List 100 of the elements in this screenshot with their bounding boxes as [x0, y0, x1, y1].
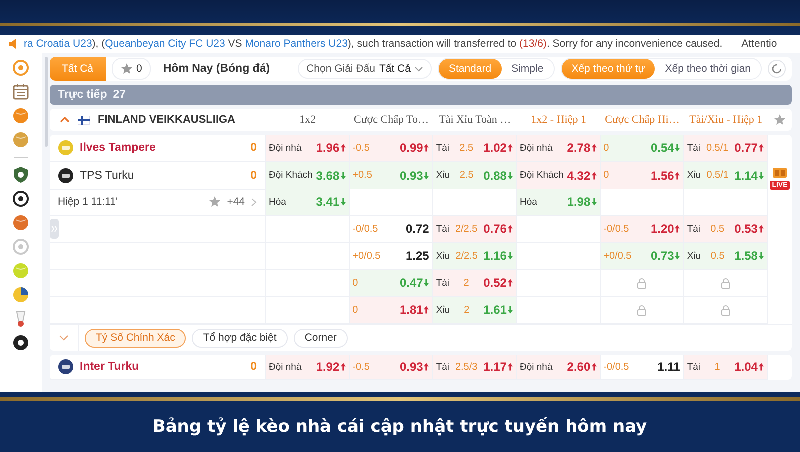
arrow-down-icon	[424, 279, 430, 287]
home-score: 0	[250, 142, 257, 154]
arrow-down-icon	[424, 172, 430, 180]
odds-cell[interactable]: Xỉu 2 1.61	[433, 297, 517, 324]
odds-cell[interactable]: Tài 0.5/1 0.77	[684, 135, 768, 162]
more-markets-link[interactable]: +44	[227, 196, 245, 208]
scoreboard-icon[interactable]	[772, 168, 787, 178]
odds-cell[interactable]: Hòa 1.98	[516, 189, 601, 216]
arrow-up-icon	[675, 225, 680, 233]
match-link[interactable]: Monaro Panthers U23	[245, 38, 348, 50]
market-tab[interactable]: Corner	[294, 328, 348, 348]
arrow-up-icon	[424, 363, 430, 371]
team-crest-icon	[58, 168, 74, 184]
calendar-icon[interactable]	[12, 83, 30, 101]
odds-cell[interactable]: Đội Khách 3.68	[266, 162, 350, 190]
odds-cell[interactable]: Xỉu 2/2.5 1.16	[433, 243, 517, 270]
odds-cell[interactable]: Xỉu 2.5 0.88	[433, 162, 517, 190]
lock-icon	[720, 304, 731, 316]
basketball-icon[interactable]	[12, 214, 30, 232]
odds-cell[interactable]: Hòa 3.41	[266, 189, 350, 216]
star-icon[interactable]	[120, 63, 133, 75]
odds-cell[interactable]: Đội nhà 2.78	[516, 135, 601, 162]
section-label: Trực tiếp	[58, 89, 108, 101]
arrow-down-icon	[758, 252, 764, 260]
arrow-down-icon	[508, 172, 513, 180]
arrow-up-icon	[340, 363, 346, 371]
odds-cell[interactable]: -0/0.5 0.72	[350, 216, 434, 243]
arrow-up-icon	[758, 225, 764, 233]
away-score: 0	[250, 170, 257, 182]
arrow-up-icon	[758, 363, 764, 371]
star-icon[interactable]	[209, 196, 222, 208]
arrow-up-icon	[758, 144, 764, 152]
odds-cell[interactable]: Tài 2 0.52	[433, 270, 517, 297]
notice-text: ra Croatia U23), (Queanbeyan City FC U23 VS Monaro Panthers U23), such transaction will transferred to (13/6). Sorry for any inconvenience caused.	[24, 38, 723, 50]
league-dropdown[interactable]: Chọn Giải Đấu Tất Cả	[298, 59, 432, 79]
odds-cell[interactable]: -0/0.5 1.20	[600, 216, 684, 243]
home-score: 0	[250, 361, 257, 373]
lock-icon	[636, 304, 647, 316]
notice-text: Attentio	[742, 38, 778, 50]
match-link[interactable]: ra Croatia U23	[24, 38, 92, 50]
odds-cell[interactable]: Đội Khách 4.32	[516, 162, 601, 190]
market-tab[interactable]: Tổ hợp đặc biệt	[192, 328, 288, 348]
odds-cell[interactable]: Tài 1 1.04	[684, 355, 768, 380]
page-title: Hôm Nay (Bóng đá)	[163, 63, 270, 75]
away-team-name: TPS Turku	[80, 170, 136, 182]
match-time: Hiệp 1 11:11'	[58, 196, 119, 208]
arrow-down-icon	[340, 198, 346, 206]
tennis-ball-icon[interactable]	[12, 262, 30, 280]
match-link[interactable]: Queanbeyan City FC U23	[105, 38, 226, 50]
arrow-up-icon	[592, 144, 597, 152]
arrow-down-icon	[508, 306, 513, 314]
speaker-icon	[8, 39, 19, 49]
team-crest-icon	[58, 359, 74, 375]
star-icon[interactable]	[774, 114, 786, 126]
odds-cell[interactable]: Đội nhà 2.60	[516, 355, 601, 380]
refresh-icon[interactable]	[768, 60, 786, 78]
arrow-up-icon	[508, 363, 513, 371]
chevron-down-icon[interactable]	[59, 335, 69, 341]
shield-icon[interactable]	[12, 166, 30, 184]
odds-cell[interactable]: +0/0.5 1.25	[350, 243, 434, 270]
arrow-up-icon	[424, 306, 430, 314]
home-team-name: Ilves Tampere	[80, 142, 157, 154]
odds-cell[interactable]: Tài 2.5/3 1.17	[433, 355, 517, 380]
odds-cell[interactable]: -0/0.5 1.11	[600, 355, 684, 380]
team-crest-icon	[58, 140, 74, 156]
arrow-down-icon	[675, 252, 680, 260]
home-team-name: Inter Turku	[80, 361, 140, 373]
odds-cell[interactable]: 0 1.81	[350, 297, 434, 324]
ball-icon[interactable]	[12, 131, 30, 149]
odds-cell[interactable]: Đội nhà 1.92	[266, 355, 350, 380]
caret-icon	[414, 66, 423, 72]
arrow-down-icon	[592, 198, 597, 206]
odds-cell[interactable]: Tài 0.5 0.53	[684, 216, 768, 243]
arrow-up-icon	[592, 172, 597, 180]
favorites-count: 0	[136, 63, 142, 75]
odds-cell[interactable]: -0.5 0.99	[350, 135, 434, 162]
arrow-up-icon	[675, 172, 680, 180]
lock-icon	[720, 278, 731, 288]
volleyball-icon[interactable]	[12, 286, 30, 304]
league-name: FINLAND VEIKKAUSLIIGA	[98, 114, 236, 126]
odds-cell[interactable]: 0 1.56	[600, 162, 684, 190]
sort-mode-toggle[interactable]: Xếp theo thời gian	[655, 59, 761, 79]
arrow-up-icon	[424, 144, 430, 152]
lock-icon	[636, 278, 647, 288]
chevron-right-icon[interactable]	[251, 198, 257, 206]
odds-cell[interactable]: Tài 2/2.5 0.76	[433, 216, 517, 243]
caption-text: Bảng tỷ lệ kèo nhà cái cập nhật trực tuyến hôm nay	[152, 416, 648, 438]
column-header: Tài Xỉu Toàn …	[438, 114, 512, 126]
odds-cell[interactable]: Tài 2.5 1.02	[433, 135, 517, 162]
arrow-up-icon	[592, 363, 597, 371]
view-mode-toggle[interactable]: Simple	[502, 59, 554, 79]
column-header: Cược Chấp Hi…	[604, 114, 681, 126]
chevron-up-icon[interactable]	[60, 117, 70, 123]
arrow-down-icon	[340, 172, 346, 180]
odds-cell[interactable]: Đội nhà 1.96	[266, 135, 350, 162]
league-flag-icon	[78, 116, 90, 124]
odds-cell[interactable]: -0.5 0.93	[350, 355, 434, 380]
expand-handle-icon[interactable]	[50, 219, 59, 239]
odds-cell[interactable]: Xỉu 0.5/1 1.14	[684, 162, 768, 190]
odds-cell[interactable]: Xỉu 0.5 1.58	[684, 243, 768, 270]
